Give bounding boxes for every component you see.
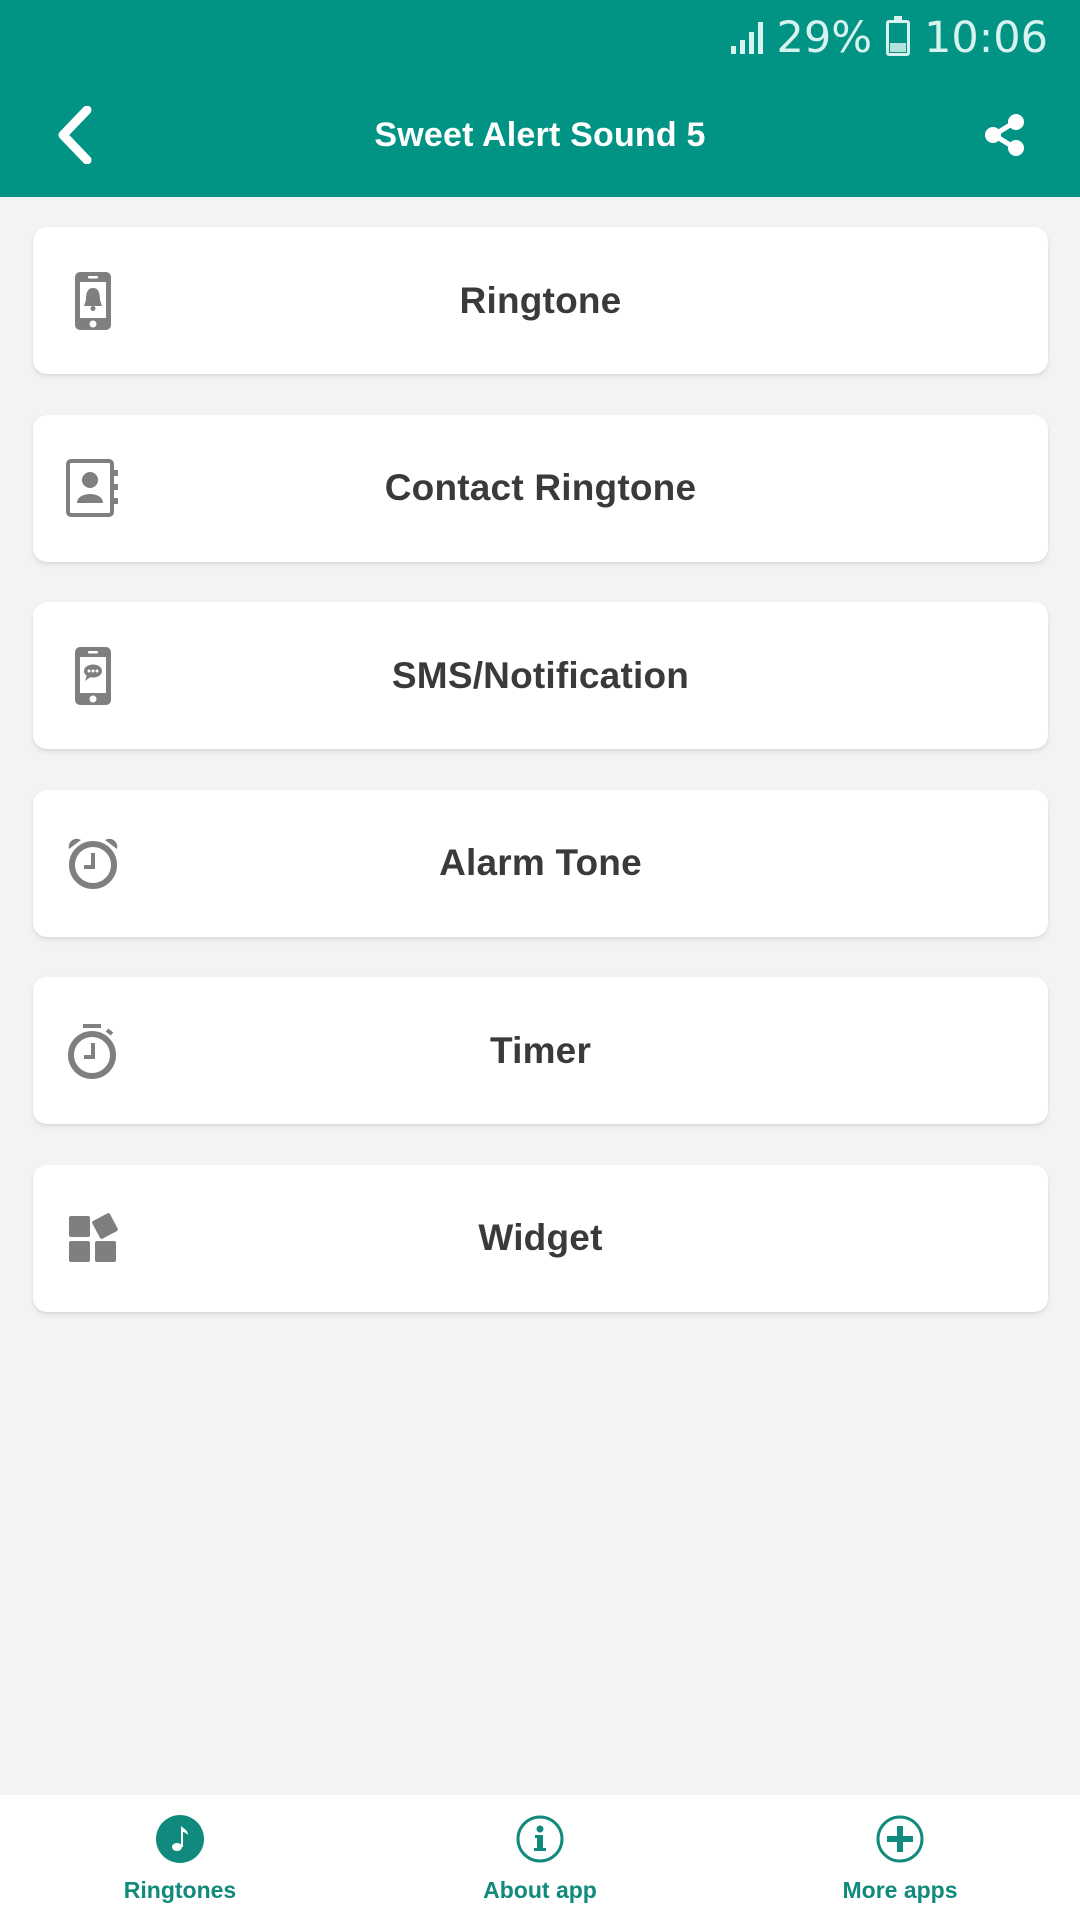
menu-item-label: Timer bbox=[489, 1029, 592, 1071]
menu-item-label: Ringtone bbox=[459, 279, 622, 321]
phone-message-icon bbox=[61, 644, 125, 708]
share-button[interactable] bbox=[970, 100, 1040, 170]
alarm-clock-icon bbox=[61, 831, 125, 895]
share-icon bbox=[985, 114, 1024, 156]
menu-item-label: Contact Ringtone bbox=[384, 467, 697, 508]
menu-item-contact-ringtone[interactable]: Contact Ringtone bbox=[33, 414, 1048, 562]
menu-list: Ringtone Contact Ringtone SMS/Notificati… bbox=[33, 227, 1048, 1352]
menu-item-label: SMS/Notification bbox=[391, 654, 690, 696]
menu-item-ringtone[interactable]: Ringtone bbox=[33, 227, 1048, 374]
clock: 10:06 bbox=[924, 13, 1048, 63]
menu-item-timer[interactable]: Timer bbox=[33, 977, 1048, 1124]
nav-label: More apps bbox=[842, 1877, 958, 1903]
battery-percent: 29% bbox=[776, 13, 873, 63]
bottom-navigation: Ringtones About app More apps bbox=[0, 1795, 1080, 1920]
chevron-left-icon bbox=[58, 106, 92, 164]
stopwatch-icon bbox=[61, 1019, 125, 1083]
menu-item-alarm-tone[interactable]: Alarm Tone bbox=[33, 789, 1048, 937]
page-title: Sweet Alert Sound 5 bbox=[374, 116, 706, 154]
plus-circle-icon bbox=[874, 1813, 926, 1865]
battery-icon bbox=[886, 16, 911, 56]
signal-icon bbox=[730, 22, 763, 54]
menu-item-label: Alarm Tone bbox=[439, 842, 642, 883]
menu-item-label: Widget bbox=[478, 1217, 603, 1258]
info-icon bbox=[514, 1813, 566, 1865]
music-note-icon bbox=[154, 1813, 206, 1865]
app-bar: 29% 10:06 Sweet Alert Sound 5 bbox=[0, 0, 1080, 197]
nav-item-more-apps[interactable]: More apps bbox=[720, 1795, 1080, 1920]
back-button[interactable] bbox=[40, 100, 110, 170]
contact-book-icon bbox=[61, 456, 125, 520]
nav-label: About app bbox=[483, 1877, 597, 1903]
nav-item-about-app[interactable]: About app bbox=[360, 1795, 720, 1920]
nav-item-ringtones[interactable]: Ringtones bbox=[0, 1795, 360, 1920]
toolbar: Sweet Alert Sound 5 bbox=[0, 80, 1080, 190]
menu-item-sms-notification[interactable]: SMS/Notification bbox=[33, 602, 1048, 749]
nav-label: Ringtones bbox=[123, 1877, 237, 1903]
phone-bell-icon bbox=[61, 269, 125, 333]
status-bar: 29% 10:06 bbox=[730, 10, 1048, 66]
widget-icon bbox=[61, 1206, 125, 1270]
menu-item-widget[interactable]: Widget bbox=[33, 1164, 1048, 1312]
